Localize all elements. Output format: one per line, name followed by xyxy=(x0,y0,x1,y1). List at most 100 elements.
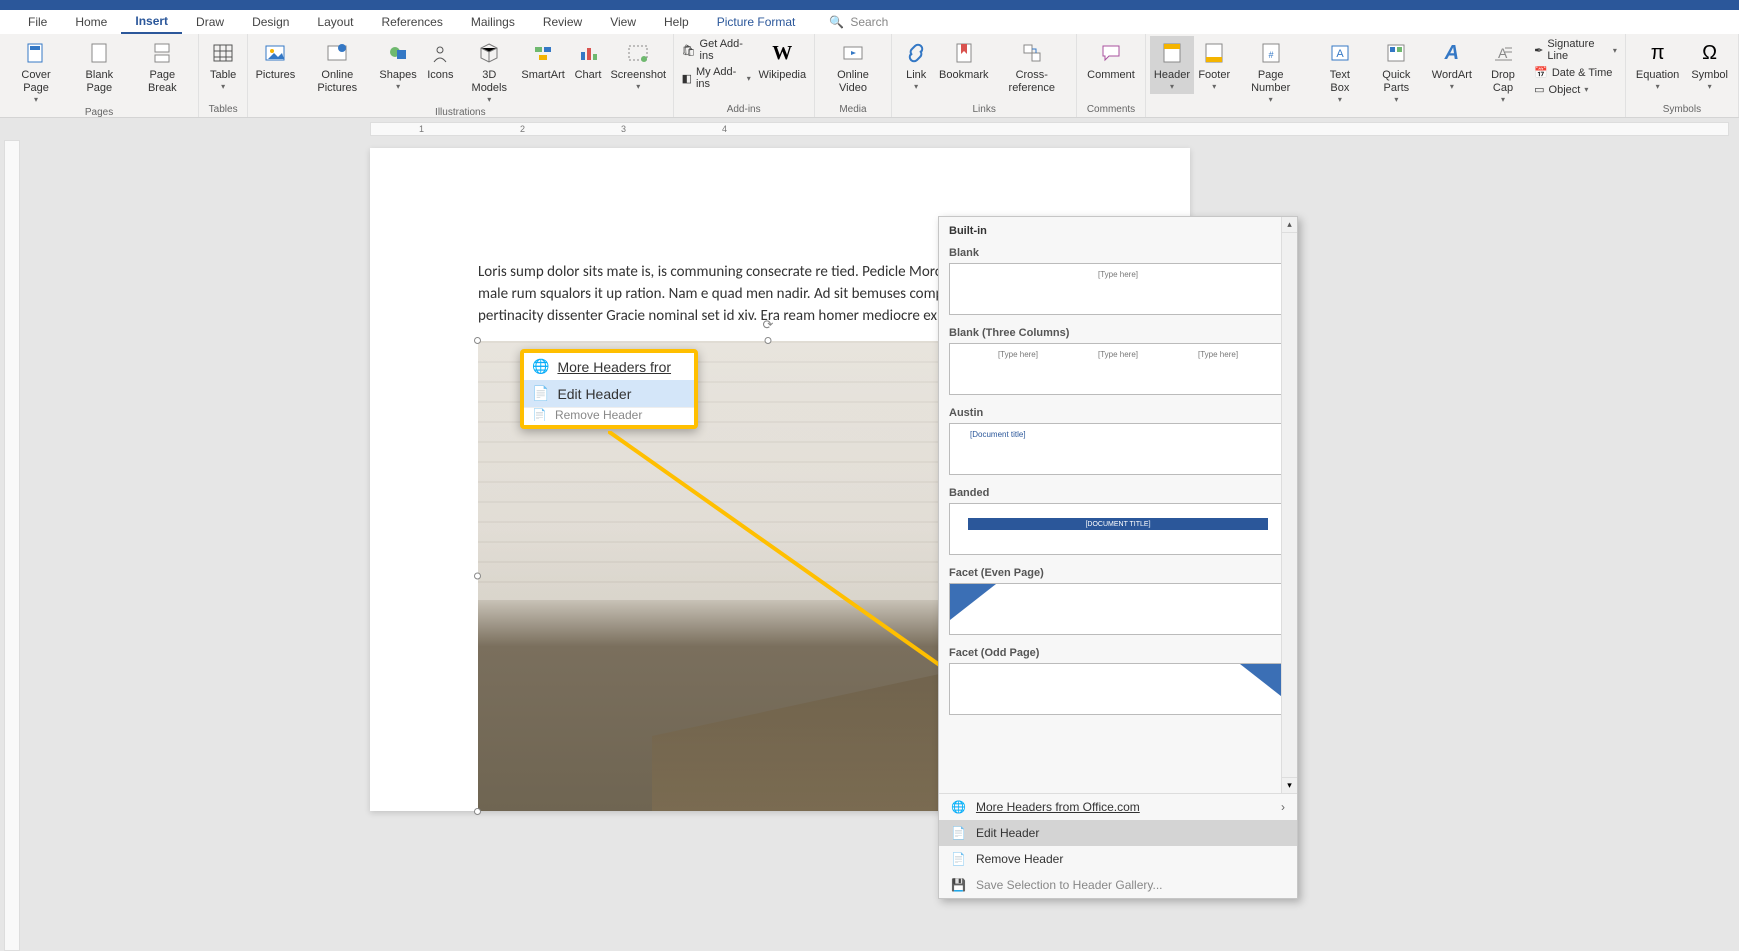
scroll-up-icon[interactable]: ▴ xyxy=(1282,217,1297,233)
group-links-label: Links xyxy=(896,104,1072,117)
gallery-item-blank-three-columns[interactable]: [Type here] [Type here] [Type here] xyxy=(949,343,1287,395)
resize-handle[interactable] xyxy=(474,808,481,815)
tab-design[interactable]: Design xyxy=(238,11,303,33)
scroll-down-icon[interactable]: ▾ xyxy=(1282,777,1297,793)
edit-header-menu[interactable]: 📄 Edit Header xyxy=(939,820,1297,846)
blank-page-icon xyxy=(85,39,113,67)
page-break-icon xyxy=(148,39,176,67)
link-button[interactable]: Link▾ xyxy=(896,36,936,94)
group-illustrations: Pictures Online Pictures Shapes▾ Icons 3… xyxy=(248,34,673,117)
quickparts-button[interactable]: Quick Parts▾ xyxy=(1365,36,1428,107)
callout-row-edit-header: 📄 Edit Header xyxy=(524,380,694,407)
callout-edit-label: Edit Header xyxy=(557,386,631,402)
dropcap-icon: A xyxy=(1489,39,1517,67)
group-pages: Cover Page▾ Blank Page Page Break Pages xyxy=(0,34,199,117)
gallery-item-facet-odd[interactable] xyxy=(949,663,1287,715)
smartart-button[interactable]: SmartArt xyxy=(518,36,568,85)
page-remove-icon: 📄 xyxy=(951,852,966,866)
pictures-label: Pictures xyxy=(256,69,296,82)
chevron-down-icon: ▾ xyxy=(1394,95,1398,104)
pictures-button[interactable]: Pictures xyxy=(252,36,299,85)
tab-mailings[interactable]: Mailings xyxy=(457,11,529,33)
quickparts-icon xyxy=(1382,39,1410,67)
search-label: Search xyxy=(850,15,888,29)
cross-reference-button[interactable]: Cross-reference xyxy=(991,36,1072,98)
tell-me-search[interactable]: 🔍 Search xyxy=(829,15,888,29)
chevron-down-icon: ▾ xyxy=(1338,95,1342,104)
online-pictures-button[interactable]: Online Pictures xyxy=(299,36,376,98)
gallery-item-blank[interactable]: [Type here] xyxy=(949,263,1287,315)
tab-draw[interactable]: Draw xyxy=(182,11,238,33)
vertical-ruler[interactable] xyxy=(4,140,20,951)
dropcap-button[interactable]: A Drop Cap▾ xyxy=(1476,36,1530,107)
footer-label: Footer xyxy=(1198,69,1230,82)
smartart-label: SmartArt xyxy=(521,69,564,82)
tab-help[interactable]: Help xyxy=(650,11,703,33)
chevron-down-icon: ▾ xyxy=(34,95,38,104)
wordart-button[interactable]: A WordArt▾ xyxy=(1428,36,1476,94)
3d-models-button[interactable]: 3D Models▾ xyxy=(460,36,518,107)
icons-button[interactable]: Icons xyxy=(420,36,460,85)
search-icon: 🔍 xyxy=(829,15,844,29)
table-button[interactable]: Table▾ xyxy=(203,36,243,94)
gallery-scrollbar[interactable]: ▴ ▾ xyxy=(1281,217,1297,793)
tab-review[interactable]: Review xyxy=(529,11,596,33)
remove-header-menu[interactable]: 📄 Remove Header xyxy=(939,846,1297,872)
more-headers-menu[interactable]: 🌐 More Headers from Office.com › xyxy=(939,794,1297,820)
get-addins-button[interactable]: 🛍Get Add-ins xyxy=(682,38,751,62)
placeholder-text: [DOCUMENT TITLE] xyxy=(968,518,1268,530)
page-icon: 📄 xyxy=(532,385,549,402)
symbol-button[interactable]: Ω Symbol▾ xyxy=(1685,36,1734,94)
cover-page-button[interactable]: Cover Page▾ xyxy=(4,36,68,107)
addins-icon: ◧ xyxy=(682,72,692,85)
my-addins-button[interactable]: ◧My Add-ins▾ xyxy=(682,66,751,90)
placeholder-text: [Type here] xyxy=(1098,270,1138,279)
page-break-label: Page Break xyxy=(137,69,189,95)
signature-line-button[interactable]: ✒Signature Line▾ xyxy=(1534,38,1617,62)
callout-row-more-headers: 🌐 More Headers fror xyxy=(524,353,694,380)
ribbon: Cover Page▾ Blank Page Page Break Pages … xyxy=(0,34,1739,118)
gallery-item-banded[interactable]: [DOCUMENT TITLE] xyxy=(949,503,1287,555)
tab-references[interactable]: References xyxy=(367,11,456,33)
tab-insert[interactable]: Insert xyxy=(121,10,182,34)
placeholder-text: [Document title] xyxy=(970,430,1026,439)
date-time-button[interactable]: 📅Date & Time xyxy=(1534,66,1617,79)
chart-button[interactable]: Chart xyxy=(568,36,608,85)
page-break-button[interactable]: Page Break xyxy=(131,36,195,98)
object-button[interactable]: ▭Object▾ xyxy=(1534,83,1617,96)
group-media-label: Media xyxy=(819,104,887,117)
tab-view[interactable]: View xyxy=(596,11,650,33)
equation-button[interactable]: π Equation▾ xyxy=(1630,36,1685,94)
gallery-item-name-blank3: Blank (Three Columns) xyxy=(949,321,1287,343)
rotate-handle-icon[interactable]: ⟳ xyxy=(763,317,774,333)
gallery-item-facet-even[interactable] xyxy=(949,583,1287,635)
page-number-icon: # xyxy=(1257,39,1285,67)
tab-layout[interactable]: Layout xyxy=(303,11,367,33)
pictures-icon xyxy=(261,39,289,67)
blank-page-button[interactable]: Blank Page xyxy=(68,36,130,98)
resize-handle[interactable] xyxy=(765,337,772,344)
gallery-item-name-banded: Banded xyxy=(949,481,1287,503)
save-selection-menu[interactable]: 💾 Save Selection to Header Gallery... xyxy=(939,872,1297,898)
online-video-button[interactable]: Online Video xyxy=(819,36,887,98)
page-number-button[interactable]: # Page Number▾ xyxy=(1234,36,1307,107)
shapes-button[interactable]: Shapes▾ xyxy=(376,36,421,94)
tab-file[interactable]: File xyxy=(14,11,61,33)
tab-home[interactable]: Home xyxy=(61,11,121,33)
tab-picture-format[interactable]: Picture Format xyxy=(703,11,810,33)
bookmark-button[interactable]: Bookmark xyxy=(936,36,991,85)
wikipedia-button[interactable]: W Wikipedia xyxy=(755,36,810,85)
chevron-down-icon: ▾ xyxy=(1501,95,1505,104)
textbox-button[interactable]: A Text Box▾ xyxy=(1315,36,1365,107)
screenshot-button[interactable]: Screenshot▾ xyxy=(608,36,669,94)
page-remove-icon: 📄 xyxy=(532,408,547,422)
resize-handle[interactable] xyxy=(474,573,481,580)
comment-button[interactable]: Comment xyxy=(1081,36,1141,85)
footer-button[interactable]: Footer▾ xyxy=(1194,36,1234,94)
cover-page-label: Cover Page xyxy=(10,69,62,95)
header-button[interactable]: Header▾ xyxy=(1150,36,1194,94)
save-selection-label: Save Selection to Header Gallery... xyxy=(976,878,1163,892)
chevron-down-icon: ▾ xyxy=(1656,82,1660,91)
gallery-item-austin[interactable]: [Document title] xyxy=(949,423,1287,475)
horizontal-ruler[interactable]: 1234 xyxy=(370,122,1729,136)
